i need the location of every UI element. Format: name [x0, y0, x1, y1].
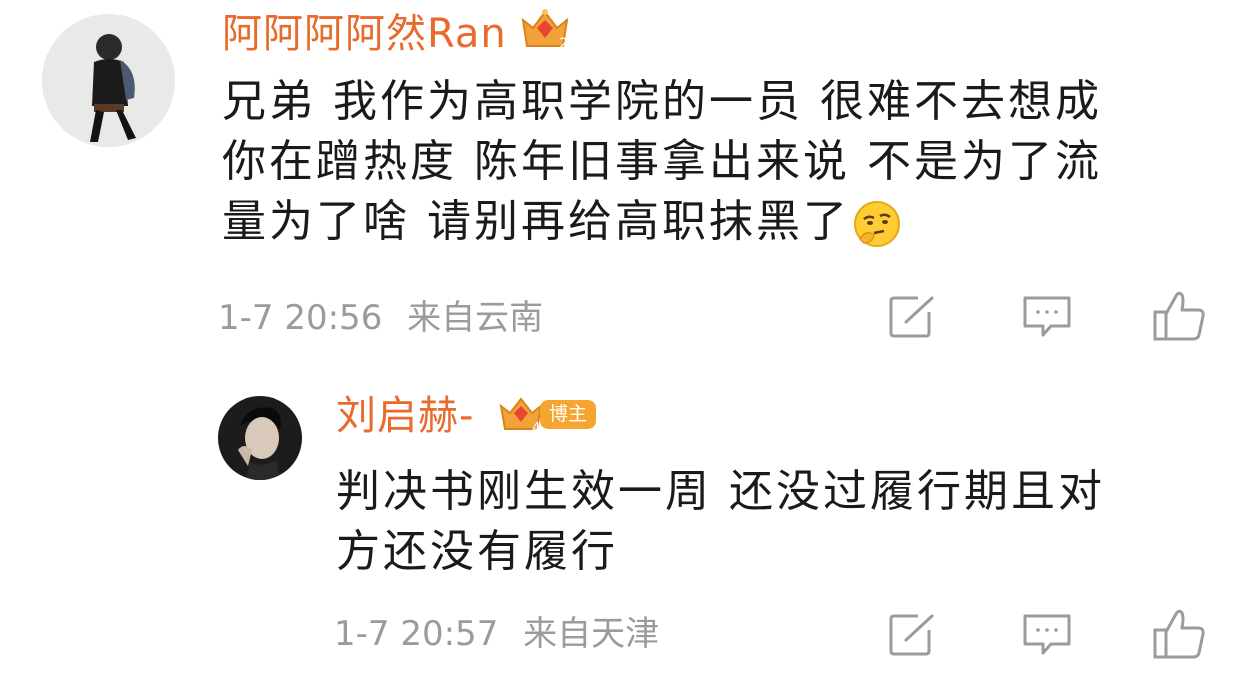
- vip-crown-icon: 4: [499, 397, 543, 436]
- level-label: 4: [532, 421, 540, 436]
- location: 来自云南: [407, 298, 544, 338]
- comment-icon[interactable]: [1021, 612, 1073, 658]
- comment-icon[interactable]: [1021, 294, 1073, 340]
- share-icon[interactable]: [888, 612, 938, 658]
- comment-line-text: 量为了啥 请别再给高职抹黑了: [222, 196, 850, 247]
- vip-crown-icon: 2: [521, 9, 569, 52]
- timestamp: 1-7 20:57: [334, 614, 499, 654]
- avatar-photo: [42, 14, 175, 147]
- thinking-emoji-icon: [854, 201, 900, 247]
- share-icon[interactable]: [888, 294, 938, 340]
- timestamp: 1-7 20:56: [218, 298, 383, 338]
- comment-text: 判决书刚生效一周 还没过履行期且对 方还没有履行: [336, 462, 1216, 582]
- comment-line: 判决书刚生效一周 还没过履行期且对: [336, 466, 1105, 517]
- comment-text: 兄弟 我作为高职学院的一员 很难不去想成 你在蹭热度 陈年旧事拿出来说 不是为了…: [222, 72, 1222, 252]
- avatar-photo: [218, 396, 302, 480]
- level-label: 2: [559, 36, 568, 52]
- blogger-badge: 博主: [540, 400, 597, 429]
- username[interactable]: 刘启赫-: [336, 396, 474, 436]
- like-icon[interactable]: [1152, 288, 1208, 344]
- comment-line: 你在蹭热度 陈年旧事拿出来说 不是为了流: [222, 136, 1102, 187]
- comment-line: 量为了啥 请别再给高职抹黑了: [222, 192, 1222, 252]
- comment-meta: 1-7 20:56 来自云南: [218, 301, 543, 335]
- username[interactable]: 阿阿阿阿然Ran: [222, 14, 507, 54]
- comment-line: 兄弟 我作为高职学院的一员 很难不去想成: [222, 76, 1102, 127]
- avatar[interactable]: [218, 396, 302, 480]
- comment-meta: 1-7 20:57 来自天津: [334, 617, 659, 651]
- comment-line: 方还没有履行: [336, 526, 618, 577]
- avatar[interactable]: [42, 14, 175, 147]
- like-icon[interactable]: [1152, 606, 1208, 662]
- location: 来自天津: [523, 614, 660, 654]
